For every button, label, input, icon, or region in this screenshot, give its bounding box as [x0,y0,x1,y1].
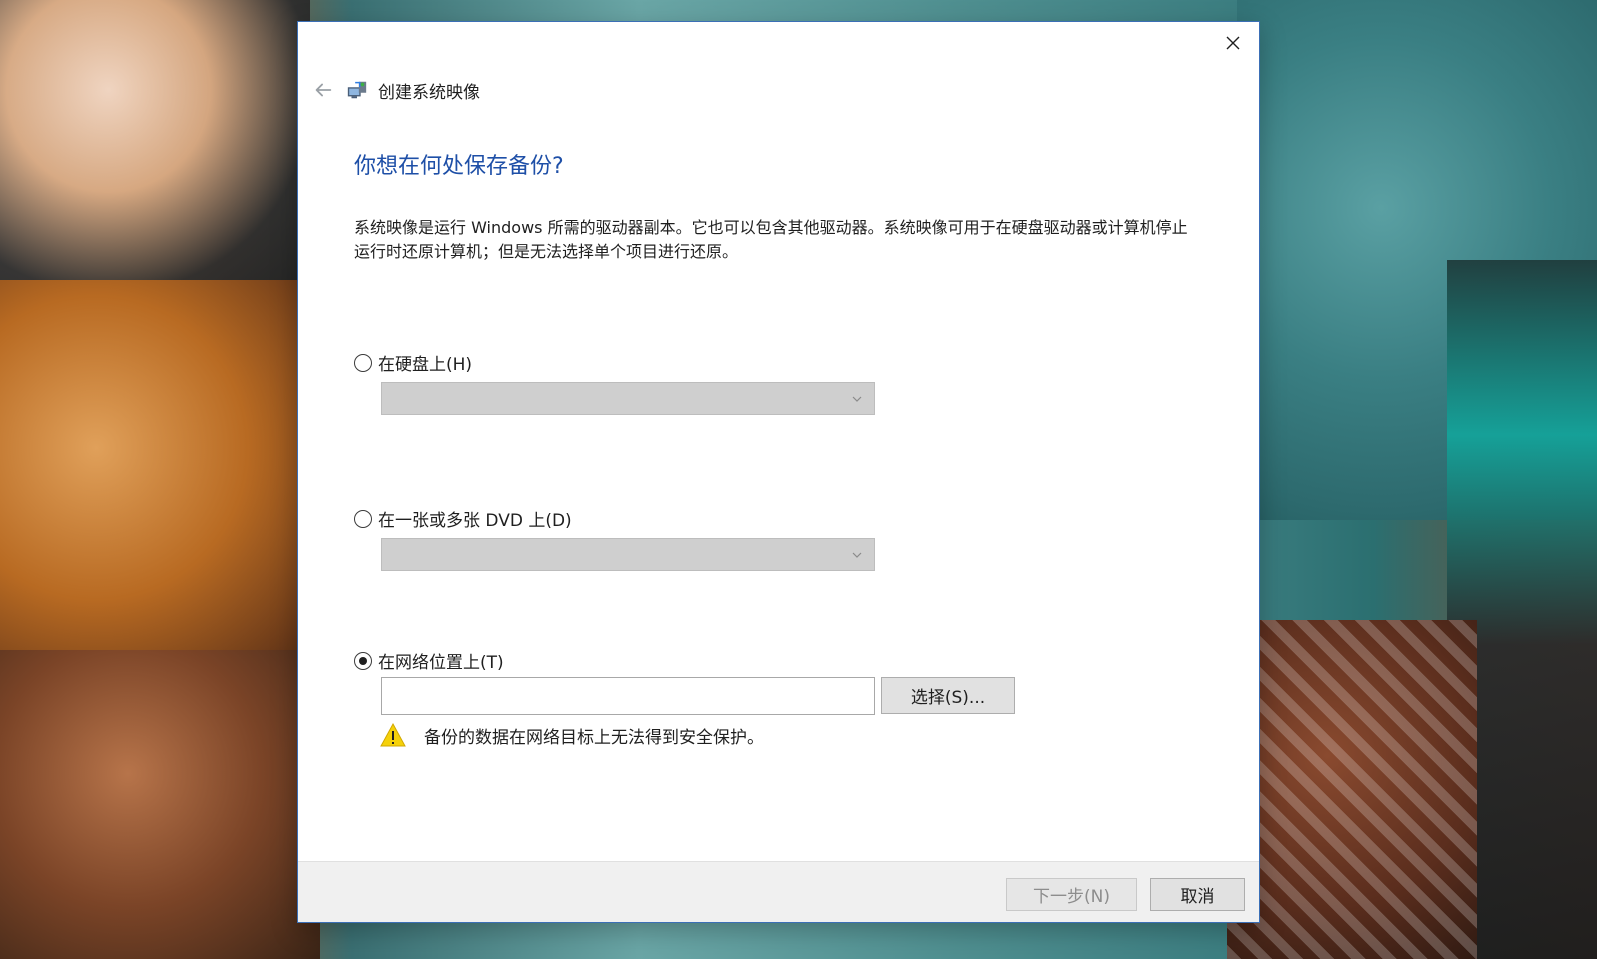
wallpaper-region [0,0,310,300]
network-warning: 备份的数据在网络目标上无法得到安全保护。 [380,722,764,748]
description-text: 系统映像是运行 Windows 所需的驱动器副本。它也可以包含其他驱动器。系统映… [354,218,1188,261]
chevron-down-icon [850,391,864,405]
radio-hard-disk[interactable] [354,353,372,372]
warning-icon [380,722,406,748]
next-button[interactable]: 下一步(N) [1006,878,1137,911]
radio-dvd[interactable] [354,509,372,528]
option-hard-disk[interactable]: 在硬盘上(H) [354,350,472,375]
back-arrow-icon [315,83,332,97]
create-system-image-dialog: 创建系统映像 你想在何处保存备份? 系统映像是运行 Windows 所需的驱动器… [297,21,1260,923]
radio-selected-dot [359,656,367,665]
dvd-dropdown [381,538,875,571]
chevron-down-icon [850,547,864,561]
option-label: 在一张或多张 DVD 上(D) [378,511,572,531]
warning-text: 备份的数据在网络目标上无法得到安全保护。 [424,727,764,748]
radio-network-location[interactable] [354,651,372,670]
close-icon [1226,36,1240,50]
hard-disk-dropdown [381,382,875,415]
wallpaper-region [1227,620,1477,959]
back-button[interactable] [310,77,336,103]
navigation-row: 创建系统映像 [310,76,480,104]
network-location-input[interactable] [381,677,875,715]
option-dvd[interactable]: 在一张或多张 DVD 上(D) [354,506,572,531]
wallpaper-region [0,650,320,959]
option-label: 在硬盘上(H) [378,355,473,375]
page-heading: 你想在何处保存备份? [354,154,564,179]
select-location-button[interactable]: 选择(S)... [881,677,1015,714]
wallpaper-region [0,280,320,700]
close-button[interactable] [1215,28,1251,58]
dialog-title: 创建系统映像 [378,82,480,103]
option-label: 在网络位置上(T) [378,653,504,673]
dialog-footer: 下一步(N) 取消 [298,861,1259,922]
cancel-button[interactable]: 取消 [1150,878,1245,911]
option-network-location[interactable]: 在网络位置上(T) [354,648,504,673]
system-image-icon [346,79,368,101]
desktop-background: 创建系统映像 你想在何处保存备份? 系统映像是运行 Windows 所需的驱动器… [0,0,1597,959]
